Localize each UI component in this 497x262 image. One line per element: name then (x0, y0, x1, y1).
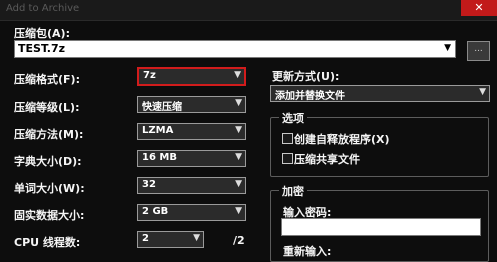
chevron-down-icon: ▼ (234, 70, 241, 80)
close-button[interactable]: ✕ (461, 0, 497, 16)
level-select-value: 快速压缩 (142, 102, 182, 113)
word-size-select-value: 32 (142, 179, 156, 190)
chevron-down-icon: ▼ (235, 98, 242, 108)
chevron-down-icon: ▼ (479, 87, 486, 97)
reenter-password-label: 重新输入: (283, 245, 332, 258)
solid-size-label: 固实数据大小: (14, 209, 85, 222)
encryption-group-title: 加密 (279, 183, 307, 199)
cpu-threads-label: CPU 线程数: (14, 236, 81, 249)
format-label: 压缩格式(F): (14, 73, 80, 86)
browse-button-label: ... (474, 44, 483, 54)
compress-shared-label[interactable]: 压缩共享文件 (294, 151, 360, 167)
word-size-label: 单词大小(W): (14, 182, 85, 195)
dictionary-label: 字典大小(D): (14, 155, 82, 168)
title-bar: Add to Archive ✕ (0, 0, 497, 21)
chevron-down-icon: ▼ (235, 206, 242, 216)
update-mode-label: 更新方式(U): (272, 70, 340, 83)
archive-path-combo[interactable]: TEST.7z ▼ (14, 40, 456, 58)
create-sfx-label[interactable]: 创建自释放程序(X) (294, 131, 390, 147)
cpu-threads-select-value: 2 (142, 233, 149, 244)
archive-path-value: TEST.7z (18, 42, 66, 55)
word-size-select[interactable]: 32 ▼ (137, 177, 246, 194)
archive-label: 压缩包(A): (14, 27, 70, 40)
format-select[interactable]: 7z ▼ (137, 67, 246, 86)
level-label: 压缩等级(L): (14, 101, 80, 114)
update-mode-select-value: 添加并替换文件 (275, 91, 345, 102)
options-group-title: 选项 (279, 110, 307, 126)
method-select[interactable]: LZMA ▼ (137, 123, 246, 140)
window-title: Add to Archive (6, 3, 80, 14)
chevron-down-icon: ▼ (235, 179, 242, 189)
format-select-value: 7z (143, 70, 156, 81)
update-mode-select[interactable]: 添加并替换文件 ▼ (270, 85, 490, 102)
close-icon: ✕ (474, 1, 484, 14)
options-group: 选项 (270, 110, 489, 177)
cpu-threads-select[interactable]: 2 ▼ (137, 231, 204, 248)
method-label: 压缩方法(M): (14, 128, 84, 141)
dictionary-select[interactable]: 16 MB ▼ (137, 150, 246, 167)
password-input[interactable] (281, 218, 481, 236)
method-select-value: LZMA (142, 125, 174, 136)
solid-size-select-value: 2 GB (142, 206, 169, 217)
compress-shared-checkbox[interactable] (282, 153, 293, 164)
dictionary-select-value: 16 MB (142, 152, 177, 163)
create-sfx-checkbox[interactable] (282, 133, 293, 144)
chevron-down-icon: ▼ (235, 125, 242, 135)
chevron-down-icon[interactable]: ▼ (444, 43, 451, 53)
chevron-down-icon: ▼ (193, 233, 200, 243)
browse-button[interactable]: ... (467, 41, 490, 61)
level-select[interactable]: 快速压缩 ▼ (137, 96, 246, 113)
cpu-threads-max: /2 (233, 234, 245, 247)
chevron-down-icon: ▼ (235, 152, 242, 162)
solid-size-select[interactable]: 2 GB ▼ (137, 204, 246, 221)
